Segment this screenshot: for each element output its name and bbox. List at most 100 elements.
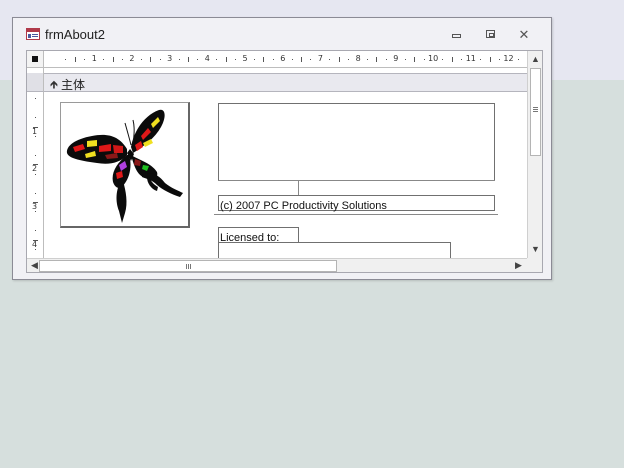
ruler-tick [414,57,416,62]
ruler-number: 2 [32,164,38,174]
ruler-number: 12 [503,54,514,63]
ruler-tick [197,59,199,60]
scroll-up-button[interactable]: ▲ [528,51,542,67]
window-title: frmAbout2 [45,27,105,42]
ruler-tick [35,173,36,175]
grip-line [186,264,187,269]
minimize-icon [451,34,461,38]
ruler-tick [338,57,340,62]
ruler-tick [329,59,331,60]
horizontal-ruler[interactable]: 1 2 3 4 5 6 7 8 9 10 11 12 [44,51,527,68]
divider-line [298,180,299,195]
horizontal-scrollbar[interactable]: ◀ ▶ [27,258,527,272]
ruler-number: 8 [355,54,361,63]
ruler-tick [263,57,265,62]
ruler-tick [235,59,237,60]
ruler-tick [348,59,350,60]
ruler-tick [517,59,519,60]
ruler-tick [376,57,378,62]
vertical-scroll-thumb[interactable] [530,68,541,156]
section-label: 主体 [61,78,86,92]
ruler-tick [84,59,86,60]
ruler-tick [225,57,227,62]
licensed-to-label[interactable]: Licensed to: [218,227,299,244]
ruler-number: 5 [242,54,248,63]
ruler-number: 11 [465,54,476,63]
grip-line [533,109,538,110]
scroll-up-arrow-icon: ▲ [531,54,540,64]
info-textbox[interactable] [218,103,495,181]
copyright-text: (c) 2007 PC Productivity Solutions [220,200,387,212]
scrollbar-corner [527,258,542,272]
ruler-tick [35,211,36,213]
grip-line [190,264,191,269]
form-icon [26,28,40,40]
ruler-number: 6 [280,54,286,63]
ruler-tick [423,59,425,60]
divider-line [218,180,495,181]
scroll-down-arrow-icon: ▼ [531,244,540,254]
ruler-tick [291,59,293,60]
ruler-tick [35,98,36,100]
ruler-tick [35,135,36,137]
ruler-number: 7 [317,54,323,63]
ruler-tick [35,230,36,232]
design-surface: 1 2 3 4 5 6 7 8 9 10 11 12 1234 🡹 主体 (c)… [26,50,543,273]
scroll-right-button[interactable]: ▶ [511,259,526,272]
form-window: frmAbout2 ✕ 1 2 3 4 5 6 7 8 9 10 11 12 1234 🡹 主体 [12,17,552,280]
restore-button[interactable] [479,26,501,42]
title-bar[interactable]: frmAbout2 ✕ [13,18,551,50]
ruler-number: 4 [204,54,210,63]
ruler-tick [442,59,444,60]
ruler-tick [480,59,482,60]
ruler-number: 4 [32,239,38,249]
ruler-tick [35,192,36,194]
detail-section-canvas: (c) 2007 PC Productivity Solutions Licen… [44,92,527,262]
close-button[interactable]: ✕ [513,26,535,42]
ruler-tick [112,57,114,62]
restore-icon [485,30,495,38]
butterfly-logo [66,109,183,223]
horizontal-scroll-thumb[interactable] [39,260,337,272]
ruler-number: 3 [167,54,173,63]
ruler-tick [140,59,142,60]
scroll-down-button[interactable]: ▼ [528,241,542,257]
ruler-number: 2 [129,54,135,63]
ruler-number: 9 [393,54,399,63]
ruler-tick [367,59,369,60]
separator-line [214,214,498,215]
ruler-tick [253,59,255,60]
logo-image-frame[interactable] [60,102,190,228]
scroll-right-arrow-icon: ▶ [515,260,522,270]
grip-line [188,264,189,269]
detail-section-header[interactable]: 🡹 主体 [44,73,527,92]
ruler-tick [178,59,180,60]
ruler-number: 1 [91,54,97,63]
form-selector-button[interactable] [27,51,44,68]
ruler-tick [121,59,123,60]
ruler-tick [74,57,76,62]
ruler-tick [216,59,218,60]
ruler-tick [310,59,312,60]
ruler-tick [272,59,274,60]
ruler-tick [35,154,36,156]
ruler-tick [489,57,491,62]
section-selector[interactable] [27,73,44,92]
ruler-tick [498,59,500,60]
ruler-tick [451,57,453,62]
ruler-tick [461,59,463,60]
ruler-tick [103,59,105,60]
grip-line [533,107,538,108]
ruler-tick [35,117,36,119]
ruler-tick [385,59,387,60]
minimize-button[interactable] [445,26,467,42]
copyright-label[interactable]: (c) 2007 PC Productivity Solutions [218,195,495,212]
ruler-tick [35,249,36,251]
close-icon: ✕ [518,26,530,42]
ruler-tick [159,59,161,60]
ruler-number: 10 [428,54,439,63]
vertical-ruler[interactable]: 1 2 3 4 [27,68,44,258]
ruler-tick [150,57,152,62]
vertical-scrollbar[interactable]: ▲ ▼ [527,51,542,258]
ruler-tick [65,59,67,60]
